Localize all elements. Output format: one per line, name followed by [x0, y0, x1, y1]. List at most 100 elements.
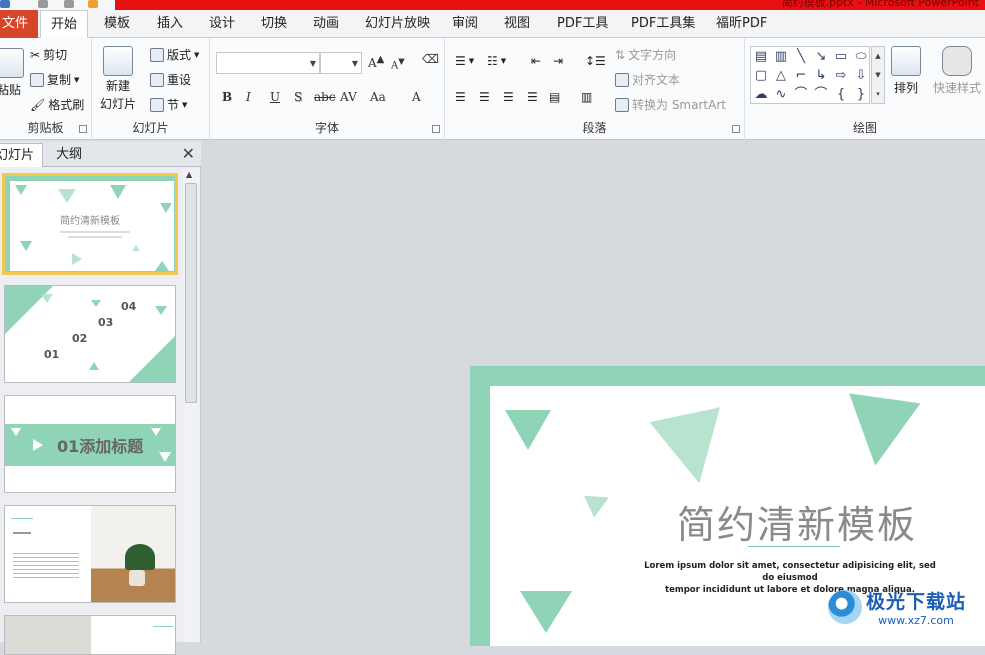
- tab-home[interactable]: 开始: [40, 10, 89, 39]
- clipboard-launcher-icon[interactable]: [79, 125, 87, 133]
- line-spacing-icon[interactable]: ↕☰: [585, 54, 606, 68]
- rounded-rect-shape-icon[interactable]: ▢: [751, 66, 771, 85]
- text-direction-button[interactable]: ⇅ 文字方向: [615, 46, 676, 63]
- shadow-button[interactable]: S: [294, 90, 302, 104]
- right-brace-shape-icon[interactable]: }: [851, 85, 871, 104]
- font-group-label: 字体: [314, 121, 339, 135]
- rectangle-shape-icon[interactable]: ▭: [831, 47, 851, 66]
- tab-pdf-tools[interactable]: PDF工具: [557, 10, 608, 38]
- thumb-triangle: [72, 253, 82, 265]
- justify-icon[interactable]: ☰: [527, 90, 538, 104]
- right-arrow-shape-icon[interactable]: ⇨: [831, 66, 851, 85]
- freeform-shape-icon[interactable]: ∿: [771, 85, 791, 104]
- increase-indent-icon[interactable]: ⇥: [553, 54, 563, 68]
- smartart-button[interactable]: 转换为 SmartArt: [615, 96, 726, 113]
- tab-outline[interactable]: 大纲: [48, 143, 90, 167]
- curve-shape-icon[interactable]: ⌒: [791, 85, 811, 104]
- copy-button[interactable]: 复制 ▼: [30, 71, 79, 88]
- quick-access-icon[interactable]: [88, 0, 98, 8]
- align-left-icon[interactable]: ☰: [455, 90, 466, 104]
- tab-animations[interactable]: 动画: [313, 10, 339, 38]
- strikethrough-button[interactable]: abc: [314, 90, 336, 104]
- cloud-shape-icon[interactable]: ☁: [751, 85, 771, 104]
- font-size-combo[interactable]: ▼: [320, 52, 362, 74]
- align-text-icon: [615, 72, 629, 87]
- thumb-triangle: [159, 452, 171, 462]
- distribute-icon[interactable]: ▤: [549, 90, 560, 104]
- line-shape-icon[interactable]: ╲: [791, 47, 811, 66]
- tab-transitions[interactable]: 切换: [261, 10, 287, 38]
- close-icon[interactable]: ✕: [182, 144, 195, 163]
- char-spacing-button[interactable]: AV: [340, 90, 357, 104]
- tab-foxit-pdf[interactable]: 福昕PDF: [716, 10, 767, 38]
- oval-shape-icon[interactable]: ⬭: [851, 47, 871, 66]
- shrink-font-icon[interactable]: A▼: [391, 56, 405, 71]
- reset-label: 重设: [167, 73, 192, 87]
- pane-tabs: 幻灯片 大纲 ✕: [0, 141, 201, 167]
- down-arrow-shape-icon[interactable]: ⇩: [851, 66, 871, 85]
- textbox-shape-icon[interactable]: ▤: [751, 47, 771, 66]
- layout-button[interactable]: 版式 ▼: [150, 46, 199, 63]
- paragraph-launcher-icon[interactable]: [732, 125, 740, 133]
- format-painter-button[interactable]: 🖌 格式刷: [30, 96, 84, 113]
- elbow-connector-icon[interactable]: ⌐: [791, 66, 811, 85]
- scroll-up-icon[interactable]: ▲: [186, 170, 192, 179]
- new-slide-button[interactable]: 新建 幻灯片: [100, 46, 136, 112]
- file-tab[interactable]: 文件: [0, 10, 38, 38]
- tab-view[interactable]: 视图: [504, 10, 530, 38]
- italic-button[interactable]: I: [246, 90, 251, 104]
- save-icon[interactable]: [0, 0, 10, 8]
- shapes-gallery[interactable]: ▤ ▥ ╲ ↘ ▭ ⬭ ▢ △ ⌐ ↳ ⇨ ⇩ ☁ ∿ ⌒ ⌒ { }: [750, 46, 870, 104]
- section-button[interactable]: 节 ▼: [150, 96, 187, 113]
- slide-thumbnail-1[interactable]: 简约清新模板: [2, 173, 178, 275]
- align-text-button[interactable]: 对齐文本: [615, 71, 680, 88]
- reset-button[interactable]: 重设: [150, 71, 191, 88]
- slide-thumbnail-2[interactable]: 04 03 02 01: [4, 285, 176, 383]
- arrow-line-shape-icon[interactable]: ↘: [811, 47, 831, 66]
- triangle-shape-icon[interactable]: △: [771, 66, 791, 85]
- decrease-indent-icon[interactable]: ⇤: [531, 54, 541, 68]
- clear-format-icon[interactable]: ⌫: [422, 52, 439, 66]
- thumb-2-num-3: 03: [98, 316, 114, 329]
- underline-button[interactable]: U: [270, 90, 280, 104]
- change-case-button[interactable]: Aa: [370, 90, 386, 104]
- align-center-icon[interactable]: ☰: [479, 90, 490, 104]
- scrollbar-thumb[interactable]: [185, 183, 197, 403]
- bold-button[interactable]: B: [222, 90, 232, 104]
- vertical-textbox-shape-icon[interactable]: ▥: [771, 47, 791, 66]
- slide-thumbnail-5[interactable]: [4, 615, 176, 655]
- numbering-button[interactable]: ☷ ▼: [487, 54, 506, 68]
- font-launcher-icon[interactable]: [432, 125, 440, 133]
- tab-pdf-toolset[interactable]: PDF工具集: [631, 10, 695, 38]
- tab-design[interactable]: 设计: [209, 10, 235, 38]
- tab-slideshow[interactable]: 幻灯片放映: [365, 10, 430, 38]
- tab-insert[interactable]: 插入: [157, 10, 183, 38]
- columns-icon[interactable]: ▥: [581, 90, 592, 104]
- tab-review[interactable]: 审阅: [452, 10, 478, 38]
- arc-shape-icon[interactable]: ⌒: [811, 85, 831, 104]
- font-name-combo[interactable]: ▼: [216, 52, 320, 74]
- window-title: 简约模板.pptx - Microsoft PowerPoint: [781, 0, 979, 9]
- thumbnails-scrollbar[interactable]: ▲: [183, 169, 199, 642]
- redo-icon[interactable]: [64, 0, 74, 8]
- tab-slides[interactable]: 幻灯片: [0, 143, 44, 167]
- shapes-scroll[interactable]: ▲ ▼ ▾: [871, 46, 885, 104]
- align-right-icon[interactable]: ☰: [503, 90, 514, 104]
- cut-label: 剪切: [43, 48, 68, 62]
- clipboard-group: 粘贴 ✂ 剪切 复制 ▼ 🖌 格式刷 剪贴板: [0, 38, 92, 140]
- tab-template[interactable]: 模板: [104, 10, 130, 38]
- bullets-button[interactable]: ☰ ▼: [455, 54, 474, 68]
- left-brace-shape-icon[interactable]: {: [831, 85, 851, 104]
- slide-thumbnail-3[interactable]: 01添加标题: [4, 395, 176, 493]
- arrange-button[interactable]: 排列: [891, 46, 921, 96]
- slide-thumbnail-4[interactable]: [4, 505, 176, 603]
- grow-font-icon[interactable]: A▲: [368, 54, 384, 70]
- cut-button[interactable]: ✂ 剪切: [30, 46, 67, 63]
- font-color-button[interactable]: A: [412, 90, 421, 104]
- thumb-triangle: [132, 245, 140, 251]
- slide-title[interactable]: 简约清新模板: [677, 494, 917, 549]
- quick-styles-button[interactable]: 快速样式: [933, 46, 981, 96]
- paste-button[interactable]: 粘贴: [0, 48, 24, 98]
- undo-icon[interactable]: [38, 0, 48, 8]
- elbow-arrow-icon[interactable]: ↳: [811, 66, 831, 85]
